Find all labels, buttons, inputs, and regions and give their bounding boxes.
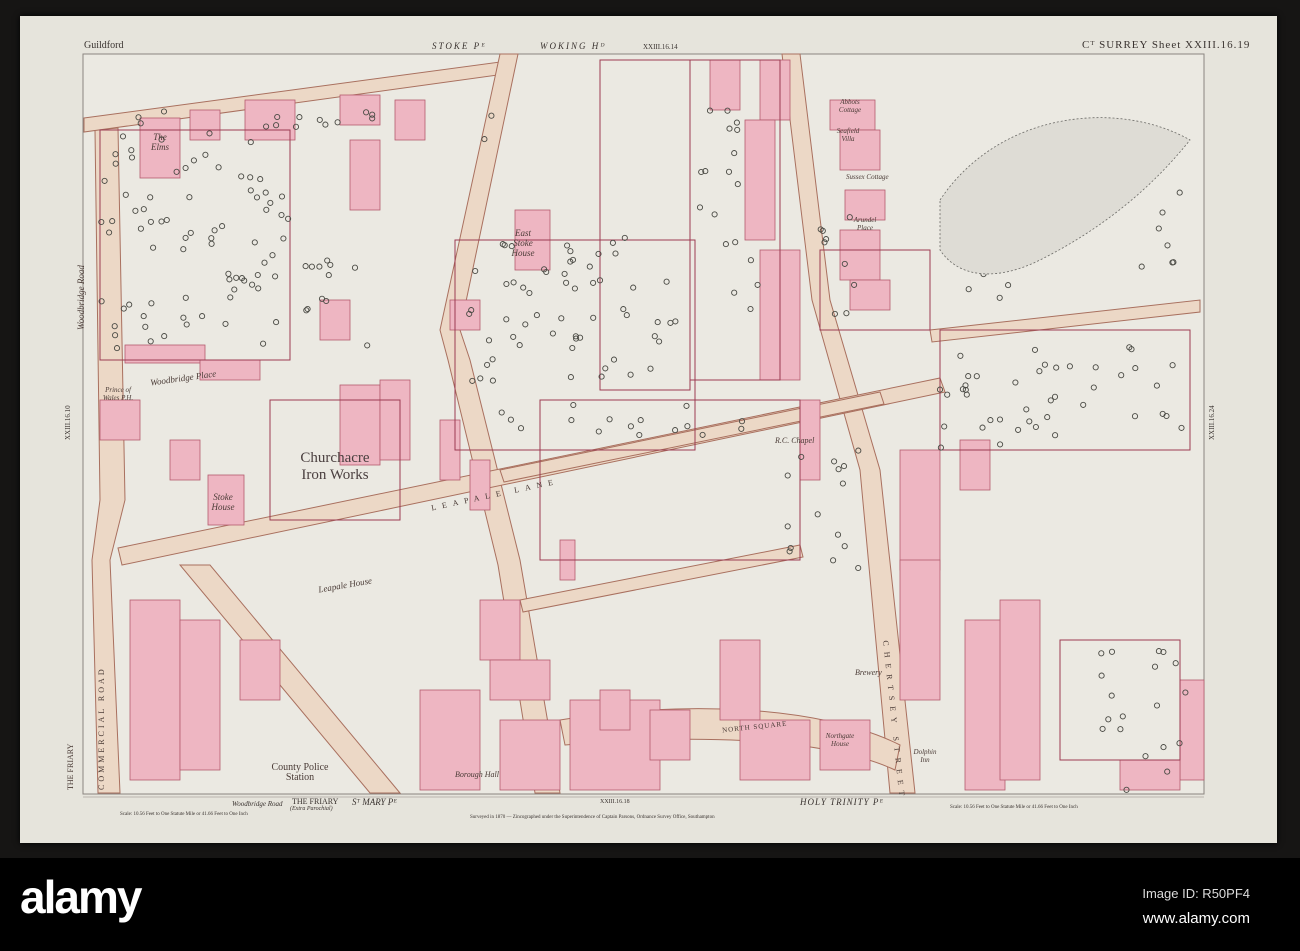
parish-woking: WOKING Hᴰ <box>540 41 607 51</box>
label-rc-chapel: R.C. Chapel <box>775 436 815 445</box>
building-block <box>959 439 991 491</box>
building-block <box>319 299 351 341</box>
label-brewery: Brewery <box>855 668 882 677</box>
adjoining-sheet-right: XXIII.16.24 <box>1208 405 1216 440</box>
footer-bar: alamy Image ID: R50PF4 www.alamy.com <box>0 858 1300 951</box>
bottom-st-mary-parish: Sᵀ MARY Pᴱ <box>352 797 397 807</box>
building-block <box>849 279 891 311</box>
site-url[interactable]: www.alamy.com <box>1143 910 1250 927</box>
survey-note: Surveyed in 1870 — Zincographed under th… <box>470 815 715 820</box>
label-stoke-house: Stoke House <box>211 492 235 512</box>
bottom-the-friary: THE FRIARY <box>292 797 339 806</box>
bottom-holy-trinity-parish: HOLY TRINITY Pᴱ <box>800 797 884 807</box>
county-sheet-number: Cᵀ SURREY Sheet XXIII.16.19 <box>1082 39 1251 51</box>
building-block <box>999 599 1041 781</box>
building-block <box>599 689 631 731</box>
label-the-elms: The Elms <box>151 132 169 152</box>
building-block <box>709 59 741 111</box>
building-block <box>1119 759 1181 791</box>
building-block <box>899 559 941 701</box>
adjoining-sheet-bottom: XXIII.16.18 <box>600 799 630 805</box>
label-northgate-house: Northgate House <box>825 732 855 748</box>
adjoining-sheet-left: XXIII.16.10 <box>64 405 72 440</box>
bottom-woodbridge-road: Woodbridge Road <box>232 800 283 808</box>
building-block <box>479 599 521 661</box>
building-block <box>489 659 551 701</box>
scale-note-right: Scale: 10.56 Feet to One Statute Mile or… <box>950 805 1078 810</box>
label-prince-of-wales: Prince of Wales P.H. <box>102 386 134 402</box>
map-drawing <box>82 53 1205 798</box>
label-churchacre-iron-works: Churchacre Iron Works <box>300 450 370 483</box>
alamy-logo: alamy <box>20 871 142 923</box>
building-block <box>744 119 776 241</box>
building-block <box>1179 679 1205 781</box>
building-block <box>899 449 941 571</box>
parish-stoke: STOKE Pᴱ <box>432 41 487 51</box>
place-name: Guildford <box>84 40 124 51</box>
label-dolphin-inn: Dolphin Inn <box>913 748 937 764</box>
adjoining-sheet-top: XXIII.16.14 <box>643 43 678 51</box>
building-block <box>349 139 381 211</box>
label-abbots-cottage: Abbots Cottage <box>838 98 862 114</box>
building-block <box>964 619 1006 791</box>
label-arundel-place: Arundel Place <box>853 216 877 232</box>
building-block <box>649 709 691 761</box>
building-block <box>129 599 181 781</box>
building-block <box>179 619 221 771</box>
building-block <box>239 639 281 701</box>
building-block <box>499 719 561 791</box>
label-woodbridge-road: Woodbridge Road <box>76 265 86 330</box>
image-id: Image ID: R50PF4 <box>1142 886 1250 901</box>
label-the-friary-road: THE FRIARY <box>66 743 75 790</box>
building-block <box>169 439 201 481</box>
label-commercial-road: COMMERCIAL ROAD <box>97 666 106 790</box>
building-block <box>839 229 881 281</box>
label-county-police-station: County Police Station <box>271 762 329 783</box>
label-east-stoke-house: East Stoke House <box>511 228 535 258</box>
building-block <box>99 399 141 441</box>
scale-note-left: Scale: 10.56 Feet to One Statute Mile or… <box>120 812 248 817</box>
building-block <box>379 379 411 461</box>
building-block <box>759 59 791 121</box>
building-block <box>244 99 296 141</box>
label-sussex-cottage: Sussex Cottage <box>846 173 889 181</box>
building-block <box>189 109 221 141</box>
bottom-the-friary-note: (Extra Parochial) <box>290 806 333 812</box>
building-block <box>394 99 426 141</box>
label-borough-hall: Borough Hall <box>455 770 499 779</box>
building-block <box>719 639 761 721</box>
label-seafield-villa: Seafield Villa <box>836 127 860 143</box>
